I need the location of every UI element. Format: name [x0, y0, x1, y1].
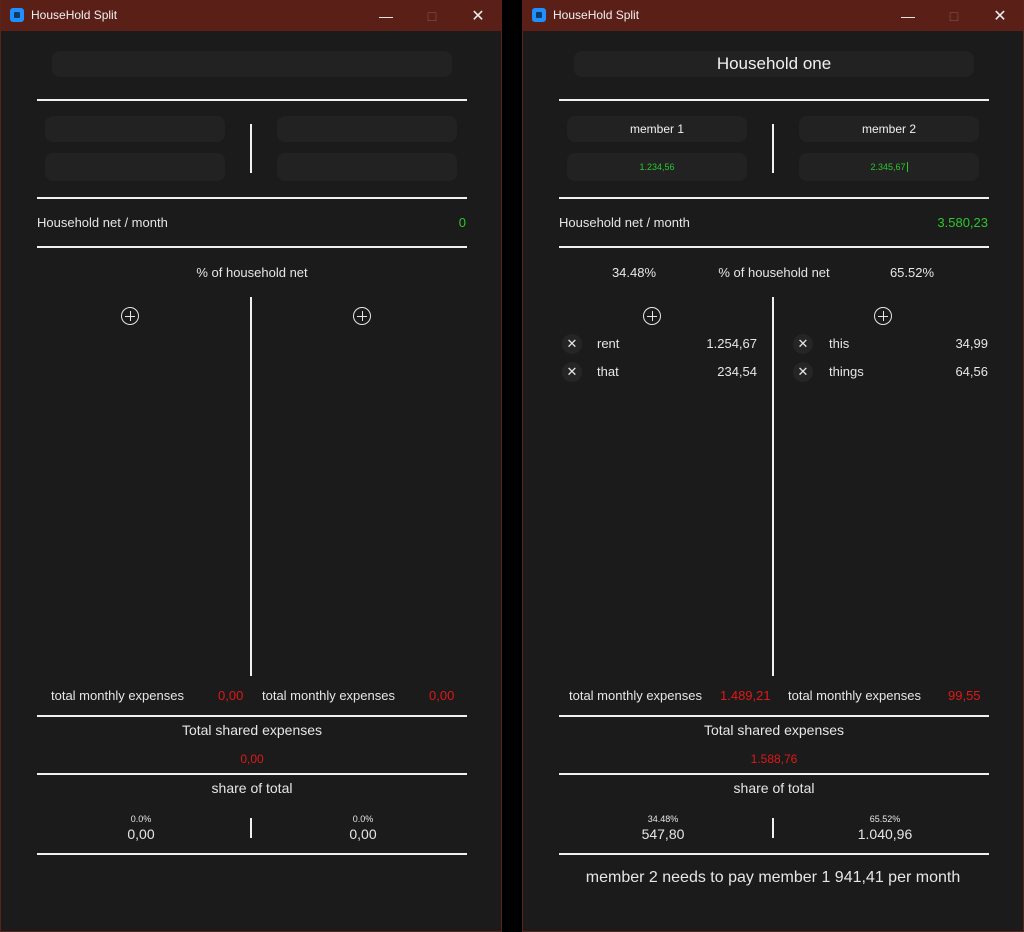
- share-divider: [772, 818, 774, 838]
- expense-amount: 234,54: [717, 364, 757, 379]
- member2-percent: 65.52%: [889, 265, 935, 280]
- expense-amount: 64,56: [955, 364, 988, 379]
- divider: [559, 715, 989, 717]
- app-icon: [10, 8, 24, 22]
- title-bar[interactable]: HouseHold Split — □ ✕: [1, 0, 501, 31]
- expense-name: things: [829, 364, 864, 379]
- total-monthly-label-member1: total monthly expenses: [569, 688, 702, 703]
- text-cursor: [906, 162, 908, 172]
- delete-expense-button close-icon[interactable]: ✕: [793, 362, 813, 382]
- share-member1-value: 0,00: [127, 826, 155, 842]
- divider: [37, 773, 467, 775]
- member-divider: [250, 124, 252, 173]
- divider: [559, 853, 989, 855]
- minimize-button[interactable]: —: [363, 0, 409, 31]
- divider: [37, 197, 467, 199]
- divider: [559, 773, 989, 775]
- member2-name-input[interactable]: member 2: [799, 116, 979, 142]
- share-of-total-label: share of total: [733, 780, 815, 796]
- divider: [37, 715, 467, 717]
- member1-net-input[interactable]: 1.234,56: [567, 153, 747, 181]
- expense-amount: 1.254,67: [706, 336, 757, 351]
- delete-expense-button close-icon[interactable]: ✕: [793, 334, 813, 354]
- window-title: HouseHold Split: [31, 8, 118, 22]
- total-monthly-member1: 0,00: [218, 688, 244, 703]
- app-window-empty: HouseHold Split — □ ✕ Household net / mo…: [0, 0, 502, 932]
- total-shared-value: 1.588,76: [750, 752, 798, 766]
- minimize-button[interactable]: —: [885, 0, 931, 31]
- total-monthly-member2: 99,55: [948, 688, 981, 703]
- expense-name: that: [597, 364, 619, 379]
- share-member1-value: 547,80: [641, 826, 685, 842]
- share-member2-value: 1.040,96: [857, 826, 913, 842]
- share-of-total-label: share of total: [211, 780, 293, 796]
- share-divider: [250, 818, 252, 838]
- app-window-filled: HouseHold Split — □ ✕ Household one memb…: [522, 0, 1024, 932]
- member1-name-input[interactable]: member 1: [567, 116, 747, 142]
- household-net-label: Household net / month: [559, 215, 690, 230]
- member2-net-input[interactable]: 2.345,67: [799, 153, 979, 181]
- add-expense-member2-button plus-circle-icon[interactable]: [874, 307, 892, 325]
- share-member2-percent: 0.0%: [352, 814, 374, 824]
- expense-name: rent: [597, 336, 620, 351]
- member-divider: [772, 124, 774, 173]
- delete-expense-button close-icon[interactable]: ✕: [562, 334, 582, 354]
- total-shared-label: Total shared expenses: [181, 722, 323, 738]
- household-name-input[interactable]: Household one: [574, 51, 974, 77]
- share-member2-percent: 65.52%: [869, 814, 901, 824]
- member2-net-text: 2.345,67: [870, 162, 906, 172]
- total-shared-label: Total shared expenses: [703, 722, 845, 738]
- total-monthly-member1: 1.489,21: [720, 688, 771, 703]
- household-net-value: 0: [458, 215, 466, 230]
- expenses-divider: [250, 297, 252, 676]
- divider: [559, 99, 989, 101]
- settlement-text: member 2 needs to pay member 1 941,41 pe…: [585, 869, 961, 886]
- expense-name: this: [829, 336, 850, 351]
- divider: [559, 246, 989, 248]
- total-shared-value: 0,00: [240, 752, 264, 766]
- total-monthly-label-member2: total monthly expenses: [262, 688, 395, 703]
- window-title: HouseHold Split: [553, 8, 640, 22]
- divider: [37, 246, 467, 248]
- title-bar[interactable]: HouseHold Split — □ ✕: [523, 0, 1023, 31]
- member2-net-input[interactable]: [277, 153, 457, 181]
- app-icon: [532, 8, 546, 22]
- divider: [37, 99, 467, 101]
- delete-expense-button close-icon[interactable]: ✕: [562, 362, 582, 382]
- total-monthly-label-member1: total monthly expenses: [51, 688, 184, 703]
- maximize-button[interactable]: □: [931, 0, 977, 31]
- member1-net-input[interactable]: [45, 153, 225, 181]
- divider: [559, 197, 989, 199]
- maximize-button[interactable]: □: [409, 0, 455, 31]
- percent-of-net-label: % of household net: [718, 265, 830, 280]
- share-member1-percent: 0.0%: [130, 814, 152, 824]
- share-member1-percent: 34.48%: [647, 814, 679, 824]
- share-member2-value: 0,00: [349, 826, 377, 842]
- household-name-input[interactable]: [52, 51, 452, 77]
- add-expense-member1-button plus-circle-icon[interactable]: [643, 307, 661, 325]
- add-expense-member1-button plus-circle-icon[interactable]: [121, 307, 139, 325]
- divider: [37, 853, 467, 855]
- household-net-label: Household net / month: [37, 215, 168, 230]
- member2-name-input[interactable]: [277, 116, 457, 142]
- close-button[interactable]: ✕: [977, 0, 1023, 31]
- close-button[interactable]: ✕: [455, 0, 501, 31]
- member1-name-input[interactable]: [45, 116, 225, 142]
- expense-amount: 34,99: [955, 336, 988, 351]
- total-monthly-member2: 0,00: [429, 688, 455, 703]
- percent-of-net-label: % of household net: [196, 265, 308, 280]
- member1-percent: 34.48%: [611, 265, 657, 280]
- add-expense-member2-button plus-circle-icon[interactable]: [353, 307, 371, 325]
- household-net-value: 3.580,23: [937, 215, 988, 230]
- total-monthly-label-member2: total monthly expenses: [788, 688, 921, 703]
- expenses-divider: [772, 297, 774, 676]
